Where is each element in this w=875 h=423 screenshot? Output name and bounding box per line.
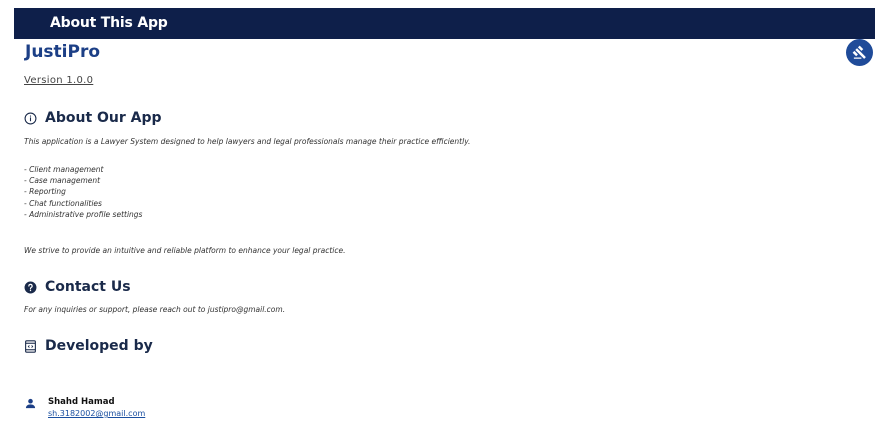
contact-title: Contact Us [45,279,131,295]
developer-name: Shahd Hamad [48,397,115,407]
gavel-button[interactable] [846,39,873,66]
about-heading: About Our App [24,110,162,126]
app-bar-title: About This App [50,15,168,31]
developer-board-icon [24,339,37,353]
developed-heading: Developed by [24,338,153,354]
info-icon [24,112,37,125]
feature-list: - Client management - Case management - … [24,164,142,220]
contact-heading: Contact Us [24,279,131,295]
about-title: About Our App [45,110,162,126]
about-intro: This application is a Lawyer System desi… [24,137,471,146]
developed-title: Developed by [45,338,153,354]
list-item: - Administrative profile settings [24,209,143,219]
gavel-icon [852,45,866,59]
developer-card: Shahd Hamad sh.3182002@gmail.com [25,397,145,418]
list-item: - Client management [24,165,104,174]
help-icon [24,281,37,294]
contact-text: For any inquiries or support, please rea… [24,305,286,314]
version-link[interactable]: Version 1.0.0 [24,75,93,86]
about-closing: We strive to provide an intuitive and re… [24,246,346,255]
list-item: - Case management [24,176,101,186]
app-name: JustiPro [25,42,101,62]
list-item: - Chat functionalities [24,198,102,208]
person-icon [25,398,36,409]
list-item: - Reporting [24,187,66,197]
app-bar: About This App [14,8,875,39]
developer-email-link[interactable]: sh.3182002@gmail.com [48,409,145,418]
